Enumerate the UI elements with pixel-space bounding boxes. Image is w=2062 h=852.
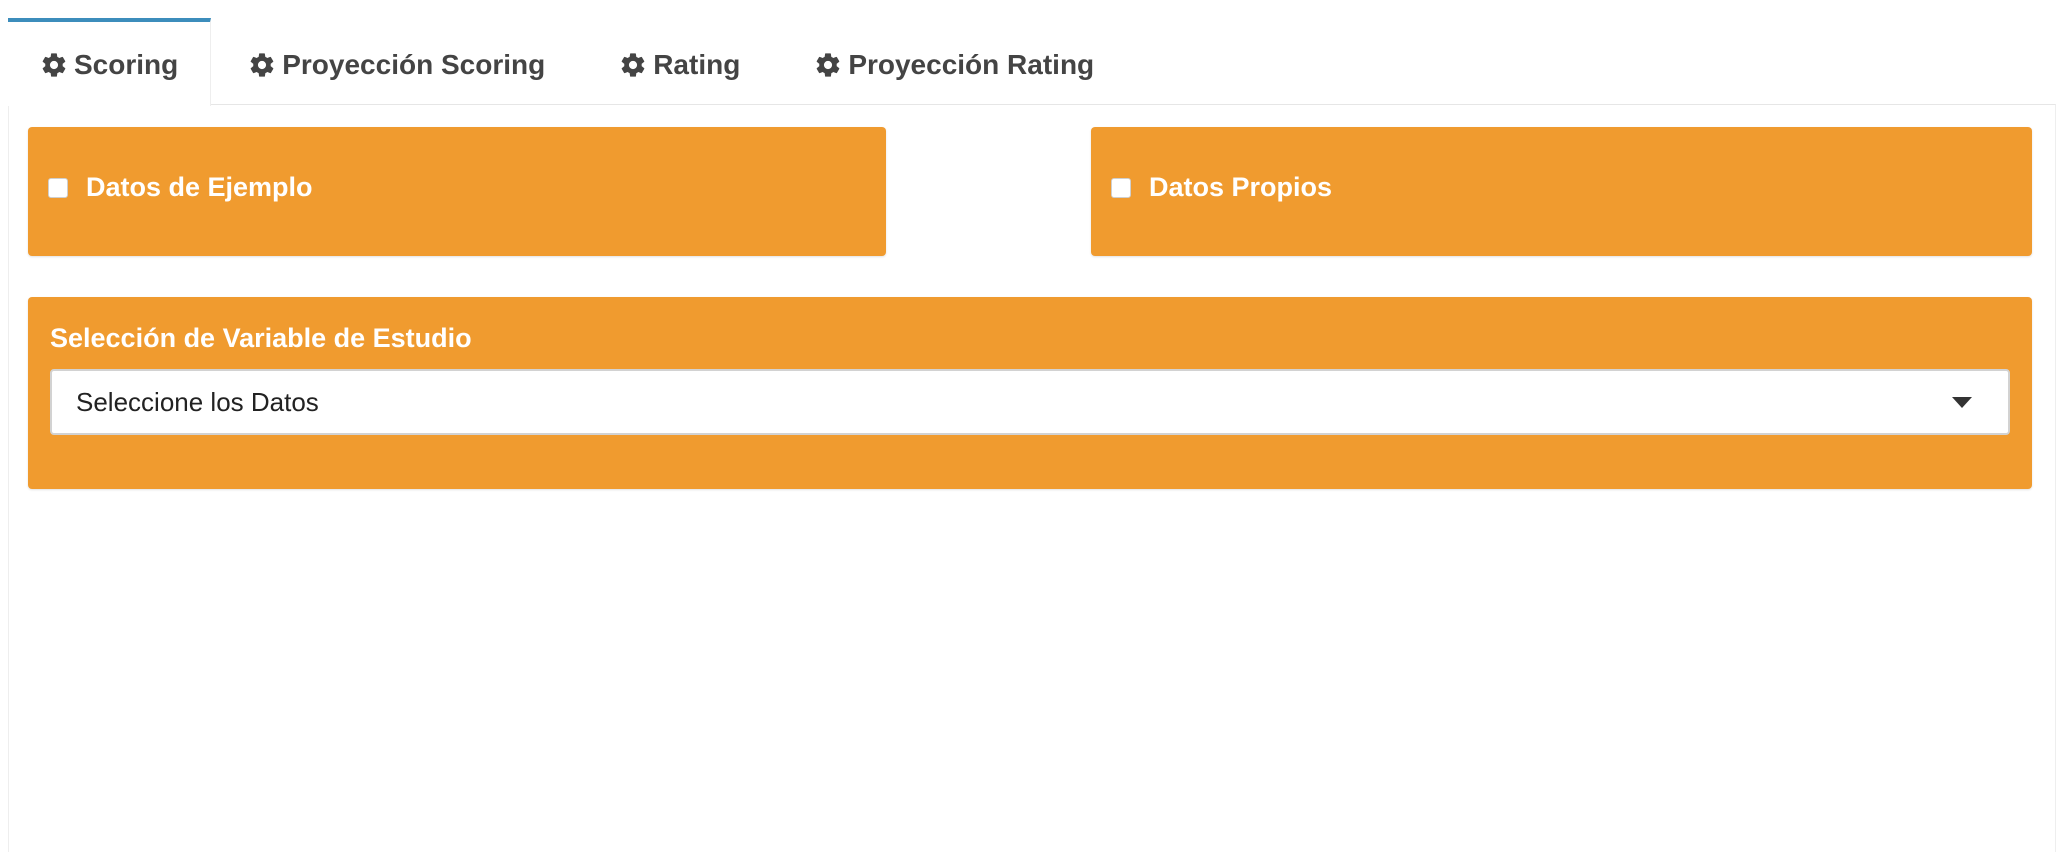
tab-rating[interactable]: Rating — [582, 18, 777, 105]
tab-label: Scoring — [74, 49, 179, 80]
tab-label: Proyección Rating — [848, 48, 1095, 80]
tab-scoring[interactable]: Scoring — [8, 18, 212, 106]
tab-label: Rating — [653, 48, 741, 80]
example-data-option[interactable]: Datos de Ejemplo — [48, 172, 313, 203]
chevron-down-icon — [1952, 397, 1972, 408]
variable-select-value: Seleccione los Datos — [76, 386, 319, 417]
tab-bar: Scoring Proyección Scoring Rating Proyec… — [8, 18, 1131, 106]
example-data-checkbox[interactable] — [48, 177, 68, 198]
own-data-option[interactable]: Datos Propios — [1111, 172, 1332, 203]
gear-icon — [40, 51, 68, 79]
variable-selection-title: Selección de Variable de Estudio — [50, 323, 472, 353]
variable-selection-box: Selección de Variable de Estudio Selecci… — [28, 297, 2032, 489]
tab-label: Proyección Scoring — [282, 48, 546, 80]
own-data-checkbox[interactable] — [1111, 177, 1131, 198]
example-data-label: Datos de Ejemplo — [86, 172, 313, 202]
own-data-label: Datos Propios — [1149, 172, 1333, 202]
tab-proyeccion-rating[interactable]: Proyección Rating — [777, 18, 1131, 105]
variable-select[interactable]: Seleccione los Datos — [50, 369, 2010, 435]
gear-icon — [619, 51, 647, 79]
gear-icon — [814, 51, 842, 79]
app-page: Scoring Proyección Scoring Rating Proyec… — [0, 0, 2062, 852]
example-data-box: Datos de Ejemplo — [28, 127, 886, 256]
gear-icon — [248, 51, 276, 79]
own-data-box: Datos Propios — [1091, 127, 2032, 256]
tab-proyeccion-scoring[interactable]: Proyección Scoring — [211, 18, 582, 105]
